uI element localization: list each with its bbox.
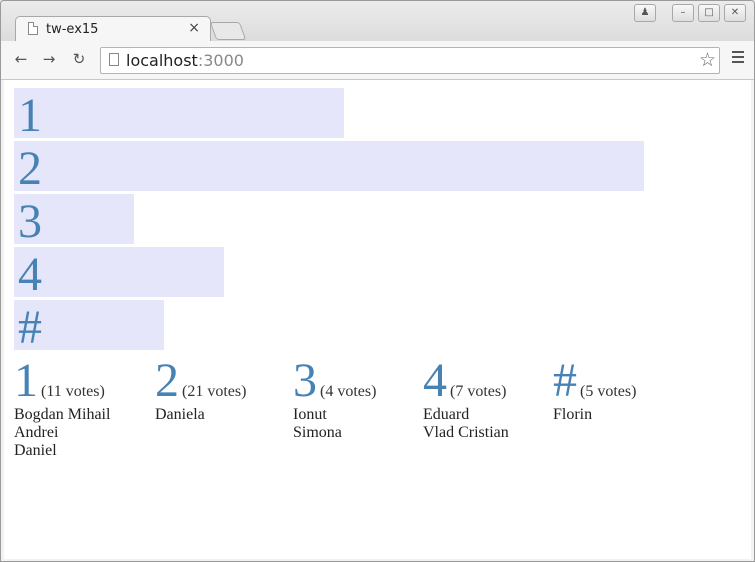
vote-count: (4 votes) <box>320 383 377 400</box>
result-1: 1 (11 votes) Bogdan Mihail Andrei Daniel <box>14 357 110 460</box>
result-label: # <box>553 354 577 407</box>
url-host: localhost <box>126 51 198 70</box>
vote-bar-3: 3 <box>14 194 134 248</box>
back-icon[interactable]: ← <box>11 49 31 69</box>
new-tab-button[interactable] <box>209 22 247 40</box>
voter-name: Ionut <box>293 406 327 423</box>
result-4: 4 (7 votes) Eduard Vlad Cristian <box>423 357 509 442</box>
voter-list: Ionut Simona <box>293 406 376 442</box>
result-2: 2 (21 votes) Daniela <box>155 357 247 424</box>
vote-bar-hash: # <box>14 300 164 354</box>
result-label: 3 <box>293 354 317 407</box>
voter-name: Eduard <box>423 406 470 423</box>
address-bar[interactable]: localhost:3000 ☆ <box>100 47 720 74</box>
vote-bar-2: 2 <box>14 141 644 195</box>
voter-list: Florin <box>553 406 636 424</box>
url-port: :3000 <box>197 51 244 70</box>
voter-name: Daniel <box>14 442 57 459</box>
page-content: 1 2 3 4 # 1 (11 votes) Bogdan Mihail Andr… <box>4 80 751 559</box>
vote-bar-4: 4 <box>14 247 224 301</box>
menu-icon[interactable] <box>732 51 744 66</box>
voter-name: Florin <box>553 406 593 423</box>
voter-list: Bogdan Mihail Andrei Daniel <box>14 406 110 460</box>
tab-strip: tw-ex15 × ♟ – □ ✕ <box>1 1 754 43</box>
vote-count: (21 votes) <box>182 383 247 400</box>
result-hash: # (5 votes) Florin <box>553 357 637 424</box>
bookmark-star-icon[interactable]: ☆ <box>699 49 716 71</box>
result-label: 2 <box>155 354 179 407</box>
result-label: 1 <box>14 354 38 407</box>
voter-name: Bogdan Mihail <box>14 406 111 423</box>
voter-name: Vlad Cristian <box>423 424 509 441</box>
browser-window: tw-ex15 × ♟ – □ ✕ ← → ↻ localhost:3000 ☆… <box>0 0 755 562</box>
url-text[interactable]: localhost:3000 <box>126 51 244 70</box>
profile-icon[interactable]: ♟ <box>634 4 656 22</box>
window-controls: ♟ – □ ✕ <box>634 4 746 22</box>
voter-name: Simona <box>293 424 342 441</box>
voter-list: Eduard Vlad Cristian <box>423 406 509 442</box>
maximize-button[interactable]: □ <box>698 4 720 22</box>
vote-count: (7 votes) <box>450 383 507 400</box>
forward-icon[interactable]: → <box>39 49 59 69</box>
tab-title: tw-ex15 <box>46 22 99 37</box>
vote-bar-1: 1 <box>14 88 344 142</box>
vote-count: (11 votes) <box>41 383 105 400</box>
page-icon <box>28 22 38 35</box>
page-icon <box>109 53 119 66</box>
tab-active[interactable]: tw-ex15 × <box>15 16 211 43</box>
voter-name: Andrei <box>14 424 59 441</box>
result-label: 4 <box>423 354 447 407</box>
result-3: 3 (4 votes) Ionut Simona <box>293 357 377 442</box>
vote-count: (5 votes) <box>580 383 637 400</box>
voter-name: Daniela <box>155 406 205 423</box>
voter-list: Daniela <box>155 406 246 424</box>
minimize-button[interactable]: – <box>672 4 694 22</box>
close-window-button[interactable]: ✕ <box>724 4 746 22</box>
reload-icon[interactable]: ↻ <box>69 49 89 69</box>
toolbar: ← → ↻ localhost:3000 ☆ <box>1 41 754 80</box>
close-tab-icon[interactable]: × <box>188 20 200 36</box>
